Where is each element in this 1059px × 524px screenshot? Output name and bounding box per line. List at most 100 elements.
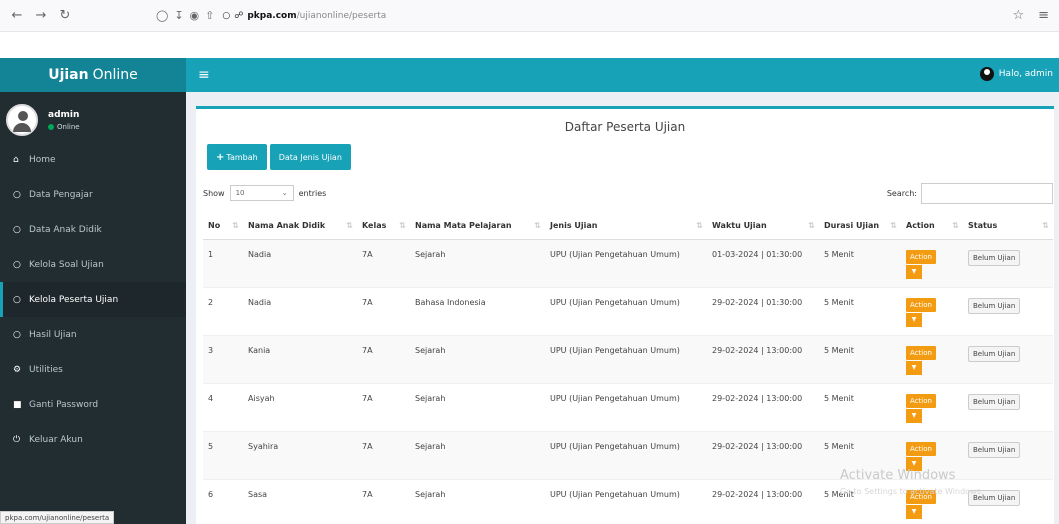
column-header-mapel[interactable]: Nama Mata Pelajaran ⇅ — [410, 213, 545, 240]
cell-action: Action ▼ — [901, 286, 963, 335]
table-row: 4 Aisyah 7A Sejarah UPU (Ujian Pengetahu… — [203, 382, 1053, 431]
action-button[interactable]: Action — [906, 345, 936, 360]
cell-mapel: Sejarah — [410, 478, 545, 524]
status-badge[interactable]: Belum Ujian — [968, 249, 1021, 266]
user-avatar-icon — [979, 67, 994, 81]
menu-icon[interactable]: ≡ — [1038, 8, 1049, 23]
action-button[interactable]: Action — [906, 441, 936, 456]
caret-down-icon[interactable]: ▼ — [906, 408, 922, 423]
table-row: 1 Nadia 7A Sejarah UPU (Ujian Pengetahua… — [203, 238, 1053, 287]
sidebar-menu: ⌂ Home ○ Data Pengajar ○ Data Anak Didik ○ K… — [0, 142, 186, 457]
cell-kelas: 7A — [357, 430, 410, 479]
sort-icon: ⇅ — [346, 221, 353, 231]
column-header-status[interactable]: Status ⇅ — [963, 213, 1053, 240]
status-badge[interactable]: Belum Ujian — [968, 297, 1021, 314]
sidebar-toggle-icon[interactable]: ≡ — [198, 67, 210, 83]
action-button[interactable]: Action — [906, 249, 936, 264]
table-header-row: No ⇅ Nama Anak Didik ⇅ Kelas ⇅ Nama Mata Pe… — [203, 213, 1053, 240]
tambah-label: Tambah — [226, 152, 258, 162]
action-buttons: + Tambah Data Jenis Ujian — [207, 144, 351, 170]
column-header-no[interactable]: No ⇅ — [203, 213, 243, 240]
column-header-action[interactable]: Action ⇅ — [901, 213, 963, 240]
column-header-nama[interactable]: Nama Anak Didik ⇅ — [243, 213, 357, 240]
sidebar-item-label: Utilities — [29, 364, 63, 375]
account-icon[interactable]: ◉ — [190, 9, 200, 22]
cell-mapel: Sejarah — [410, 238, 545, 287]
forward-icon[interactable]: → — [30, 8, 52, 23]
sidebar-item-hasil-ujian[interactable]: ○ Hasil Ujian — [0, 317, 186, 352]
sidebar-item-label: Kelola Soal Ujian — [29, 259, 104, 270]
entries-value: 10 — [235, 189, 245, 197]
cell-jenis: UPU (Ujian Pengetahuan Umum) — [545, 286, 707, 335]
brand-logo[interactable]: Ujian Online — [0, 58, 186, 92]
circle-icon: ○ — [13, 259, 21, 270]
reload-icon[interactable]: ↻ — [54, 8, 76, 23]
cell-jenis: UPU (Ujian Pengetahuan Umum) — [545, 238, 707, 287]
cell-action: Action ▼ — [901, 238, 963, 287]
action-button[interactable]: Action — [906, 393, 936, 408]
status-badge[interactable]: Belum Ujian — [968, 441, 1021, 458]
circle-icon: ○ — [13, 189, 21, 200]
brand-bold: Ujian — [48, 67, 89, 83]
caret-down-icon[interactable]: ▼ — [906, 360, 922, 375]
url-path: /ujianonline/peserta — [296, 10, 387, 21]
circle-icon: ○ — [13, 294, 21, 305]
table-row: 6 Sasa 7A Sejarah UPU (Ujian Pengetahuan… — [203, 478, 1053, 524]
column-header-waktu[interactable]: Waktu Ujian ⇅ — [707, 213, 819, 240]
column-header-kelas[interactable]: Kelas ⇅ — [357, 213, 410, 240]
cell-no: 3 — [203, 334, 243, 383]
sidebar-item-keluar-akun[interactable]: ⏻ Keluar Akun — [0, 422, 186, 457]
cell-kelas: 7A — [357, 478, 410, 524]
sidebar-item-ganti-password[interactable]: ■ Ganti Password — [0, 387, 186, 422]
cell-waktu: 29-02-2024 | 13:00:00 — [707, 430, 819, 479]
cell-jenis: UPU (Ujian Pengetahuan Umum) — [545, 334, 707, 383]
status-badge[interactable]: Belum Ujian — [968, 345, 1021, 362]
column-header-label: Nama Mata Pelajaran — [415, 221, 512, 231]
shield-icon: ○ — [222, 10, 231, 21]
caret-down-icon[interactable]: ▼ — [906, 504, 922, 519]
sidebar-item-data-pengajar[interactable]: ○ Data Pengajar — [0, 177, 186, 212]
cell-durasi: 5 Menit — [819, 238, 901, 287]
caret-down-icon[interactable]: ▼ — [906, 312, 922, 327]
share-icon[interactable]: ⇧ — [205, 9, 214, 22]
sidebar-item-data-anak-didik[interactable]: ○ Data Anak Didik — [0, 212, 186, 247]
status-badge[interactable]: Belum Ujian — [968, 393, 1021, 410]
cell-jenis: UPU (Ujian Pengetahuan Umum) — [545, 382, 707, 431]
cell-mapel: Bahasa Indonesia — [410, 286, 545, 335]
cell-status: Belum Ujian — [963, 382, 1053, 431]
tambah-button[interactable]: + Tambah — [207, 144, 267, 170]
cell-durasi: 5 Menit — [819, 286, 901, 335]
sort-icon: ⇅ — [1042, 221, 1049, 231]
sidebar-item-label: Kelola Peserta Ujian — [29, 294, 119, 305]
cell-action: Action ▼ — [901, 478, 963, 524]
address-bar[interactable]: ○ ☍ pkpa.com/ujianonline/peserta — [222, 11, 386, 21]
action-button[interactable]: Action — [906, 297, 936, 312]
cell-status: Belum Ujian — [963, 286, 1053, 335]
entries-select[interactable]: 10 ⌄ — [229, 185, 294, 201]
sidebar-item-home[interactable]: ⌂ Home — [0, 142, 186, 177]
cell-status: Belum Ujian — [963, 430, 1053, 479]
column-header-jenis[interactable]: Jenis Ujian ⇅ — [545, 213, 707, 240]
sidebar: admin Online ⌂ Home ○ Data Pengajar ○ Data … — [0, 92, 186, 524]
back-icon[interactable]: ← — [6, 8, 28, 23]
pocket-icon[interactable]: ◯ — [156, 9, 168, 22]
bookmark-star-icon[interactable]: ☆ — [1012, 8, 1024, 23]
cell-waktu: 01-03-2024 | 01:30:00 — [707, 238, 819, 287]
cell-nama: Kania — [243, 334, 357, 383]
sort-icon: ⇅ — [232, 221, 239, 231]
user-menu[interactable]: Halo, admin — [979, 67, 1053, 81]
gears-icon: ⚙ — [13, 364, 22, 375]
sidebar-item-kelola-peserta-ujian[interactable]: ○ Kelola Peserta Ujian — [0, 282, 186, 317]
sidebar-item-label: Data Pengajar — [29, 189, 93, 200]
sidebar-item-utilities[interactable]: ⚙ Utilities — [0, 352, 186, 387]
caret-down-icon[interactable]: ▼ — [906, 264, 922, 279]
cell-no: 4 — [203, 382, 243, 431]
sidebar-item-kelola-soal-ujian[interactable]: ○ Kelola Soal Ujian — [0, 247, 186, 282]
cell-status: Belum Ujian — [963, 238, 1053, 287]
download-icon[interactable]: ↧ — [174, 9, 183, 22]
online-status: Online — [48, 123, 80, 131]
search-input[interactable] — [921, 182, 1053, 204]
data-jenis-ujian-button[interactable]: Data Jenis Ujian — [269, 144, 351, 170]
cell-waktu: 29-02-2024 | 13:00:00 — [707, 478, 819, 524]
column-header-durasi[interactable]: Durasi Ujian ⇅ — [819, 213, 901, 240]
